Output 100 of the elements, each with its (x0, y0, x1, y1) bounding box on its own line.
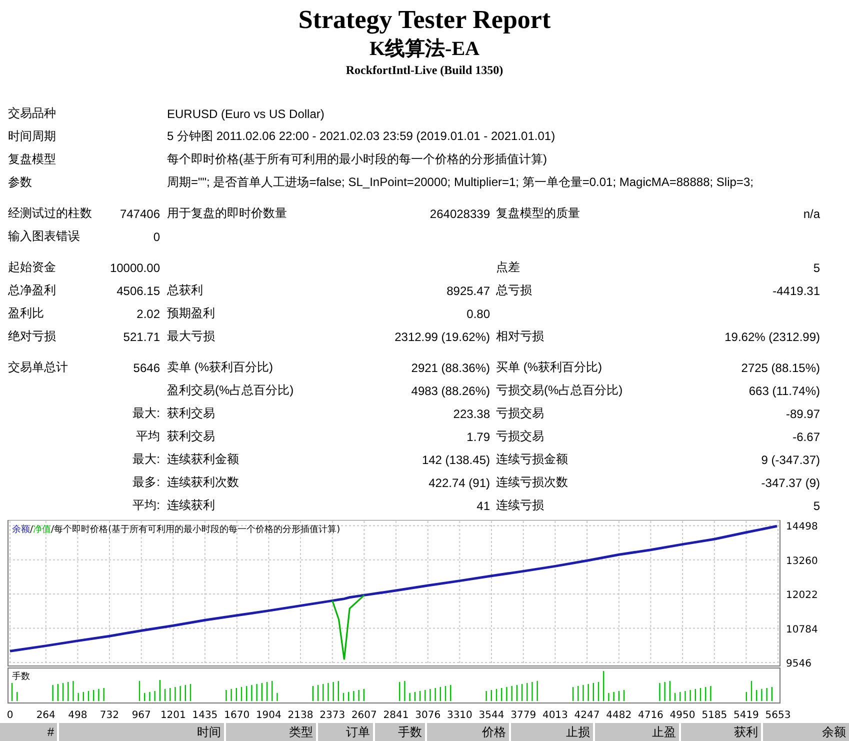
y-tick-label: 9546 (786, 658, 812, 670)
field-value: -347.37 (9) (761, 476, 820, 490)
field-label: 输入图表错误 (8, 229, 80, 243)
field-value: 2725 (88.15%) (741, 360, 820, 374)
field-label: 总净盈利 (8, 283, 56, 297)
x-tick-label: 4950 (670, 710, 696, 720)
field-value: 2921 (88.36%) (411, 360, 490, 374)
field-value: 747406 (120, 206, 160, 220)
field-label: 连续获利次数 (167, 475, 239, 489)
field-label: 盈利比 (8, 306, 44, 320)
field-value: -4419.31 (772, 284, 820, 298)
x-tick-label: 732 (100, 710, 119, 720)
field-value: 521.71 (123, 330, 160, 344)
field-value: 每个即时价格(基于所有可利用的最小时段的每一个价格的分形插值计算) (167, 152, 547, 166)
field-value: 5 (813, 260, 820, 274)
report-title: Strategy Tester Report (297, 4, 552, 36)
x-tick-label: 3544 (478, 710, 504, 720)
x-tick-label: 3310 (446, 710, 472, 720)
field-label: 平均 (136, 429, 160, 443)
field-label: 复盘模型的质量 (496, 206, 580, 220)
field-label: 复盘模型 (8, 152, 56, 166)
x-tick-label: 2841 (383, 710, 409, 720)
field-label: 预期盈利 (167, 306, 215, 320)
field-value: 41 (476, 498, 490, 512)
x-tick-label: 5653 (765, 710, 791, 720)
x-tick-label: 2138 (288, 710, 314, 720)
field-label: 卖单 (%获利百分比) (167, 360, 273, 374)
column-header: 类型 (226, 723, 316, 741)
field-value: n/a (803, 206, 820, 220)
field-value: EURUSD (Euro vs US Dollar) (167, 106, 324, 120)
x-tick-label: 967 (132, 710, 151, 720)
legend-text: 净值 (33, 525, 52, 535)
field-value: 422.74 (91) (428, 476, 490, 490)
column-header: 止损 (511, 723, 593, 741)
field-value: 5646 (133, 360, 160, 374)
field-label: 交易品种 (8, 106, 56, 120)
field-label: 最多: (132, 475, 160, 489)
field-value: 19.62% (2312.99) (724, 330, 820, 344)
x-tick-label: 1670 (224, 710, 250, 720)
y-tick-label: 12022 (786, 590, 818, 602)
expert-name: K线算法-EA (368, 37, 480, 62)
field-value: 10000.00 (110, 260, 160, 274)
field-value: 4506.15 (116, 284, 160, 298)
x-tick-label: 4247 (574, 710, 600, 720)
x-tick-label: 3779 (510, 710, 536, 720)
x-tick-label: 4482 (606, 710, 632, 720)
column-header: 获利 (681, 723, 761, 741)
field-label: 获利交易 (167, 429, 215, 443)
field-label: 经测试过的柱数 (8, 206, 92, 220)
volume-label: 手数 (12, 672, 30, 682)
y-tick-label: 13260 (786, 556, 818, 567)
field-label: 绝对亏损 (8, 329, 56, 343)
field-label: 点差 (496, 260, 520, 274)
y-tick-label: 10784 (786, 624, 818, 636)
field-label: 最大: (132, 406, 160, 420)
legend-text: 每个即时价格(基于所有可利用的最小时段的每一个价格的分形插值计算) (54, 525, 340, 535)
field-label: 盈利交易(%占总百分比) (167, 383, 294, 397)
x-tick-label: 5419 (733, 710, 759, 720)
field-label: 最大亏损 (167, 329, 215, 343)
field-value: 142 (138.45) (422, 452, 490, 466)
column-header: 止盈 (595, 723, 679, 741)
field-value: -89.97 (786, 406, 820, 420)
field-value: 8925.47 (446, 284, 490, 298)
field-value: -6.67 (792, 430, 820, 444)
field-value: 663 (11.74%) (748, 384, 820, 398)
field-label: 连续获利金额 (167, 452, 239, 466)
x-tick-label: 498 (68, 710, 88, 720)
field-value: 4983 (88.26%) (411, 384, 490, 398)
field-label: 参数 (8, 175, 32, 189)
field-value: 223.38 (453, 406, 490, 420)
field-label: 起始资金 (8, 260, 56, 274)
field-value: 0.80 (466, 306, 490, 320)
legend-text: / (51, 525, 54, 535)
x-tick-label: 1904 (256, 710, 282, 720)
legend-text: 余额 (12, 525, 30, 535)
x-tick-label: 1435 (192, 710, 218, 720)
field-label: 交易单总计 (8, 360, 68, 374)
server-name: RockfortIntl-Live (Build 1350) (344, 62, 504, 78)
field-label: 平均: (132, 498, 160, 512)
field-value: 9 (-347.37) (761, 452, 820, 466)
x-tick-label: 3076 (415, 710, 441, 720)
x-tick-label: 0 (6, 710, 14, 720)
field-value: 0 (153, 230, 160, 244)
field-label: 用于复盘的即时价数量 (167, 206, 287, 220)
field-label: 买单 (%获利百分比) (496, 360, 602, 374)
field-value: 周期=""; 是否首单人工进场=false; SL_InPoint=20000; Multiplier=1; 第一单仓量=0.01; MagicMA=88888; Slip=3; (167, 175, 754, 189)
field-label: 亏损交易 (496, 429, 544, 443)
column-header: 余额 (763, 723, 849, 741)
field-value: 5 (813, 498, 820, 512)
field-label: 连续获利 (167, 498, 215, 512)
column-header: 价格 (427, 723, 509, 741)
field-label: 总亏损 (496, 283, 532, 297)
field-value: 2312.99 (19.62%) (394, 330, 490, 344)
column-header: # (0, 723, 57, 741)
column-header: 手数 (375, 723, 425, 741)
field-label: 最大: (132, 452, 160, 466)
y-tick-label: 14498 (786, 522, 818, 533)
field-value: 5 分钟图 2011.02.06 22:00 - 2021.02.03 23:59 (2019.01.01 - 2021.01.01) (167, 129, 556, 143)
field-label: 获利交易 (167, 406, 215, 420)
field-label: 总获利 (167, 283, 203, 297)
